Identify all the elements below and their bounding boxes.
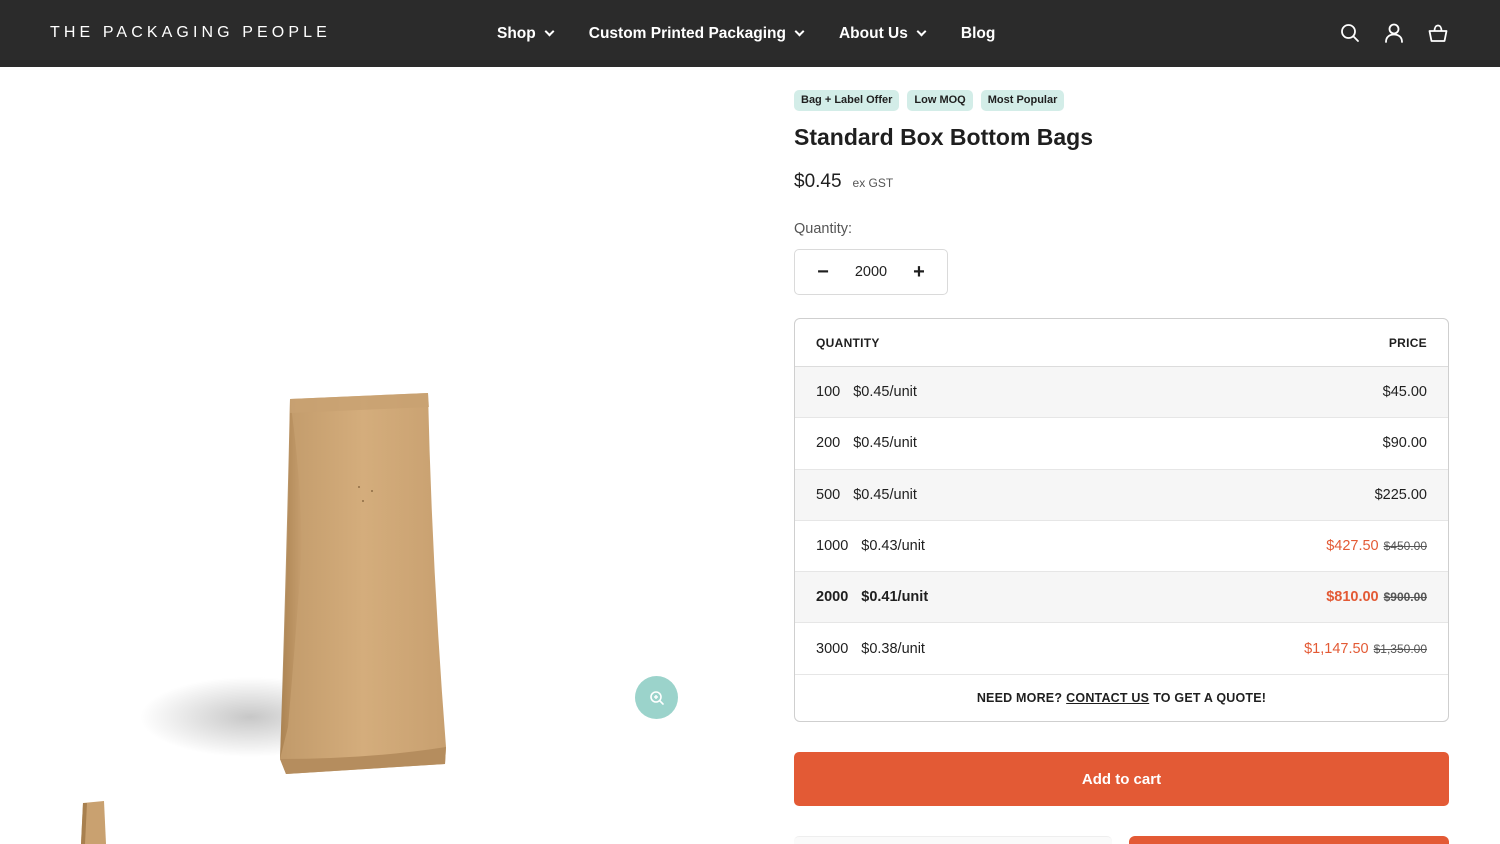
row-unit: $0.45/unit [853, 435, 917, 452]
quantity-stepper: − 2000 + [794, 249, 948, 295]
row-unit: $0.43/unit [861, 538, 925, 555]
nav-about-us[interactable]: About Us [838, 24, 927, 43]
badge-bag-label-offer: Bag + Label Offer [794, 90, 900, 111]
header-icons [1340, 22, 1448, 44]
nav-custom-printed-packaging[interactable]: Custom Printed Packaging [588, 24, 805, 43]
main-nav: Shop Custom Printed Packaging About Us B… [497, 0, 995, 67]
header-quantity: QUANTITY [816, 335, 880, 350]
table-row[interactable]: 200 $0.45/unit $90.00 [795, 418, 1448, 470]
decrement-button[interactable]: − [815, 261, 831, 284]
row-price: $225.00 [1374, 486, 1427, 503]
footer-after: TO GET A QUOTE! [1153, 691, 1267, 706]
row-old-price: $450.00 [1383, 539, 1427, 554]
table-footer: NEED MORE? CONTACT US TO GET A QUOTE! [795, 675, 1448, 721]
row-qty: 3000 [816, 640, 849, 657]
chevron-down-icon [916, 26, 927, 37]
row-sale-price: $1,147.50 [1304, 640, 1369, 657]
nav-blog-label: Blog [960, 24, 996, 42]
product-image[interactable] [140, 327, 500, 797]
product-info: Bag + Label Offer Low MOQ Most Popular S… [794, 67, 1449, 844]
table-row-selected[interactable]: 2000 $0.41/unit $810.00 $900.00 [795, 572, 1448, 624]
quantity-input[interactable]: 2000 [855, 264, 887, 280]
nav-shop-label: Shop [497, 24, 536, 42]
chevron-down-icon [544, 26, 555, 37]
row-sale-price: $810.00 [1326, 589, 1379, 606]
row-old-price: $900.00 [1383, 590, 1427, 605]
zoom-button[interactable] [635, 676, 678, 719]
contact-us-link[interactable]: CONTACT US [1066, 691, 1149, 705]
product-price: $0.45 [794, 171, 842, 192]
table-row[interactable]: 500 $0.45/unit $225.00 [795, 469, 1448, 521]
table-row[interactable]: 100 $0.45/unit $45.00 [795, 367, 1448, 419]
chevron-down-icon [794, 26, 805, 37]
row-qty: 1000 [816, 538, 849, 555]
row-unit: $0.38/unit [861, 640, 925, 657]
product-title: Standard Box Bottom Bags [794, 124, 1094, 150]
table-header: QUANTITY PRICE [795, 319, 1448, 367]
row-qty: 2000 [816, 589, 849, 606]
row-unit: $0.45/unit [853, 384, 917, 401]
site-header: THE PACKAGING PEOPLE Shop Custom Printed… [0, 0, 1500, 67]
price-note: ex GST [852, 176, 894, 190]
row-sale-price: $427.50 [1326, 538, 1379, 555]
table-row[interactable]: 3000 $0.38/unit $1,147.50 $1,350.00 [795, 623, 1448, 675]
row-price: $90.00 [1382, 435, 1427, 452]
site-logo[interactable]: THE PACKAGING PEOPLE [50, 24, 331, 42]
nav-shop[interactable]: Shop [497, 24, 555, 43]
table-row[interactable]: 1000 $0.43/unit $427.50 $450.00 [795, 521, 1448, 573]
secondary-button[interactable] [794, 836, 1112, 844]
search-icon[interactable] [1340, 22, 1360, 44]
badge-low-moq: Low MOQ [907, 90, 973, 111]
product-gallery [0, 67, 760, 844]
nav-custom-label: Custom Printed Packaging [588, 24, 786, 42]
nav-about-label: About Us [838, 24, 908, 42]
row-price: $45.00 [1382, 384, 1427, 401]
cart-icon[interactable] [1428, 22, 1448, 44]
thumbnail-image[interactable] [78, 799, 110, 844]
row-qty: 500 [816, 486, 841, 503]
row-unit: $0.41/unit [861, 589, 929, 606]
pricing-table: QUANTITY PRICE 100 $0.45/unit $45.00 200… [794, 318, 1449, 722]
row-unit: $0.45/unit [853, 486, 917, 503]
primary-button[interactable] [1129, 836, 1449, 844]
nav-blog[interactable]: Blog [961, 25, 995, 43]
price-row: $0.45 ex GST [794, 171, 893, 193]
account-icon[interactable] [1384, 22, 1404, 44]
row-qty: 100 [816, 384, 841, 401]
quantity-label: Quantity: [794, 221, 853, 237]
header-price: PRICE [1388, 335, 1427, 350]
badge-most-popular: Most Popular [980, 90, 1065, 111]
badge-list: Bag + Label Offer Low MOQ Most Popular [794, 90, 1065, 111]
increment-button[interactable]: + [911, 261, 927, 284]
footer-before: NEED MORE? [976, 691, 1063, 706]
row-qty: 200 [816, 435, 841, 452]
zoom-in-icon [649, 690, 664, 705]
add-to-cart-button[interactable]: Add to cart [794, 752, 1449, 806]
row-old-price: $1,350.00 [1373, 641, 1427, 656]
